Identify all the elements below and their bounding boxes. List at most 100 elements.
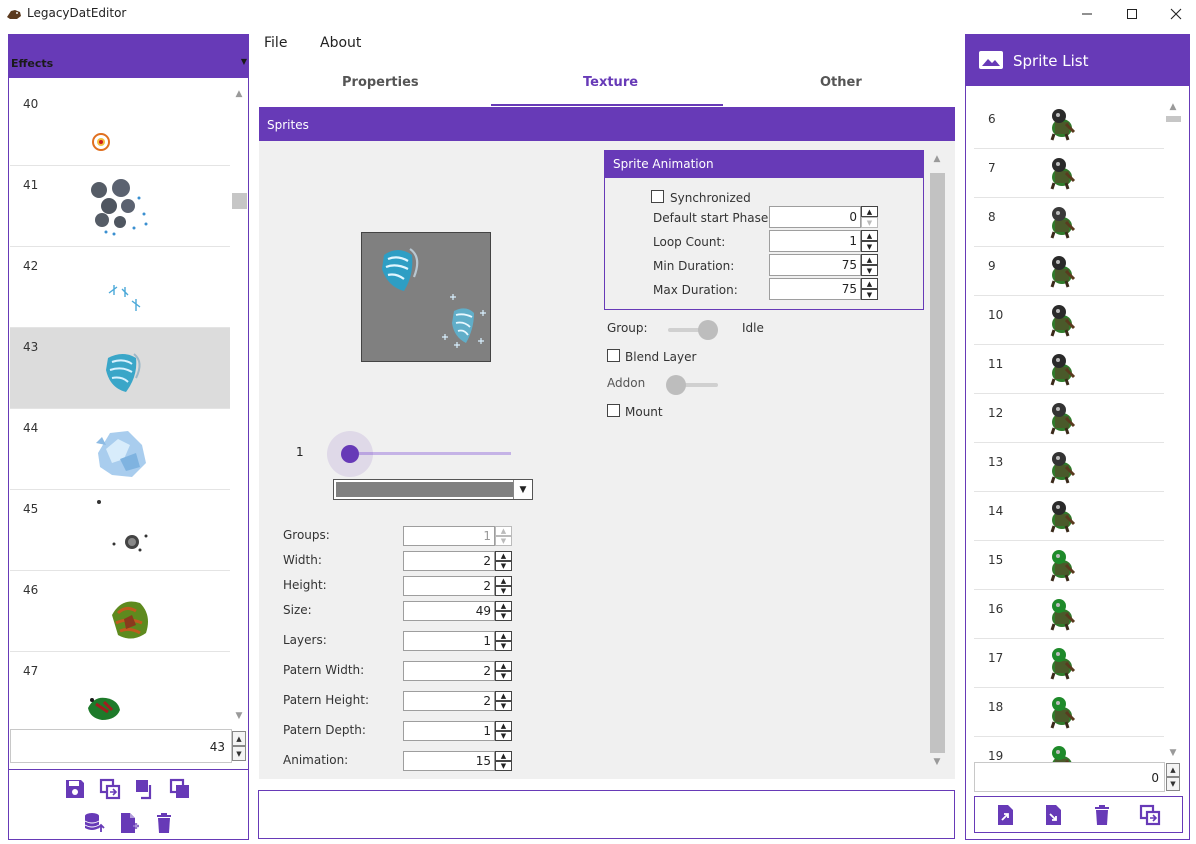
sprite-id-input[interactable]: 0	[974, 762, 1165, 792]
spin-down-icon[interactable]: ▼	[495, 701, 512, 711]
effect-id-spinner[interactable]: ▲ ▼	[232, 731, 246, 761]
spin-down-icon[interactable]: ▼	[495, 641, 512, 651]
sprite-list-item[interactable]: 10	[974, 296, 1164, 345]
spin-down-icon[interactable]: ▼	[861, 217, 878, 228]
loop-count-spinner[interactable]: ▲ ▼	[861, 230, 878, 252]
chevron-down-icon[interactable]: ▼	[513, 480, 532, 499]
blend-layer-checkbox[interactable]	[607, 349, 620, 362]
sprite-list-item[interactable]: 17	[974, 639, 1164, 688]
minimize-button[interactable]	[1064, 0, 1110, 28]
frame-slider-track[interactable]	[350, 452, 511, 455]
max-duration-spinner[interactable]: ▲ ▼	[861, 278, 878, 300]
database-import-icon[interactable]	[83, 812, 105, 834]
synchronized-checkbox[interactable]	[651, 190, 664, 203]
tab-properties[interactable]: Properties	[342, 75, 419, 90]
size-spinner[interactable]: ▲ ▼	[495, 601, 512, 621]
spin-down-icon[interactable]: ▼	[861, 241, 878, 252]
list-item[interactable]: 47	[10, 652, 230, 733]
spin-down-icon[interactable]: ▼	[861, 289, 878, 300]
spin-up-icon[interactable]: ▲	[1166, 763, 1180, 777]
new-file-icon[interactable]	[118, 812, 140, 834]
sprite-list-item[interactable]: 9	[974, 247, 1164, 296]
export-file-icon[interactable]	[1043, 804, 1065, 826]
spin-down-icon[interactable]: ▼	[495, 536, 512, 546]
sprite-list-item[interactable]: 11	[974, 345, 1164, 394]
effect-id-input[interactable]: 43	[10, 729, 232, 763]
replace-icon[interactable]	[1139, 804, 1161, 826]
width-spinner[interactable]: ▲ ▼	[495, 551, 512, 571]
spin-up-icon[interactable]: ▲	[495, 751, 512, 761]
list-item[interactable]: 42	[10, 247, 230, 328]
spin-down-icon[interactable]: ▼	[1166, 777, 1180, 791]
size-input[interactable]: 49	[403, 601, 495, 621]
pattern-height-input[interactable]: 2	[403, 691, 495, 711]
spin-up-icon[interactable]: ▲	[495, 551, 512, 561]
spin-down-icon[interactable]: ▼	[495, 761, 512, 771]
min-duration-spinner[interactable]: ▲ ▼	[861, 254, 878, 276]
sprite-list-item[interactable]: 13	[974, 443, 1164, 492]
delete-icon[interactable]	[153, 812, 175, 834]
addon-toggle-thumb[interactable]	[666, 375, 686, 395]
spin-up-icon[interactable]: ▲	[495, 721, 512, 731]
spin-up-icon[interactable]: ▲	[495, 661, 512, 671]
pattern-width-spinner[interactable]: ▲ ▼	[495, 661, 512, 681]
spin-up-icon[interactable]: ▲	[861, 206, 878, 217]
scrollbar-thumb[interactable]	[232, 193, 247, 209]
sprite-id-spinner[interactable]: ▲ ▼	[1166, 763, 1180, 791]
menu-file[interactable]: File	[264, 35, 287, 51]
spin-down-icon[interactable]: ▼	[495, 561, 512, 571]
pattern-depth-spinner[interactable]: ▲ ▼	[495, 721, 512, 741]
sprite-list-item[interactable]: 16	[974, 590, 1164, 639]
frame-slider-thumb[interactable]	[341, 445, 359, 463]
width-input[interactable]: 2	[403, 551, 495, 571]
sprite-list[interactable]: 6 7 8 9 10 11 12 13 14 15 16 17 18 19	[974, 100, 1164, 762]
height-spinner[interactable]: ▲ ▼	[495, 576, 512, 596]
sprite-list-scrollbar[interactable]: ▲ ▼	[1165, 98, 1181, 762]
scroll-up-icon[interactable]: ▲	[232, 87, 246, 101]
pattern-height-spinner[interactable]: ▲ ▼	[495, 691, 512, 711]
close-button[interactable]	[1153, 0, 1196, 28]
animation-spinner[interactable]: ▲ ▼	[495, 751, 512, 771]
scrollbar-thumb[interactable]	[930, 173, 945, 753]
category-selector[interactable]: Effects ▼	[9, 35, 248, 78]
list-item[interactable]: 45	[10, 490, 230, 571]
scroll-down-icon[interactable]: ▼	[1166, 746, 1180, 760]
spin-up-icon[interactable]: ▲	[495, 601, 512, 611]
list-item[interactable]: 40	[10, 85, 230, 166]
layers-input[interactable]: 1	[403, 631, 495, 651]
scroll-down-icon[interactable]: ▼	[930, 755, 944, 769]
tab-other[interactable]: Other	[820, 75, 862, 90]
scroll-down-icon[interactable]: ▼	[232, 709, 246, 723]
spin-up-icon[interactable]: ▲	[495, 576, 512, 586]
send-to-back-icon[interactable]	[169, 778, 191, 800]
maximize-button[interactable]	[1109, 0, 1155, 28]
spin-down-icon[interactable]: ▼	[861, 265, 878, 276]
mount-checkbox[interactable]	[607, 404, 620, 417]
sprite-list-item[interactable]: 15	[974, 541, 1164, 590]
spin-up-icon[interactable]: ▲	[861, 254, 878, 265]
pattern-width-input[interactable]: 2	[403, 661, 495, 681]
bring-to-front-icon[interactable]	[134, 778, 156, 800]
sprite-list-item[interactable]: 14	[974, 492, 1164, 541]
list-item[interactable]: 44	[10, 409, 230, 490]
spin-down-icon[interactable]: ▼	[495, 611, 512, 621]
min-duration-input[interactable]: 75	[769, 254, 861, 276]
import-file-icon[interactable]	[995, 804, 1017, 826]
scroll-up-icon[interactable]: ▲	[930, 152, 944, 166]
spin-up-icon[interactable]: ▲	[495, 691, 512, 701]
groups-spinner[interactable]: ▲ ▼	[495, 526, 512, 546]
effect-list[interactable]: 40 41 42 43 44 45 46 47	[10, 85, 230, 761]
spin-down-icon[interactable]: ▼	[495, 671, 512, 681]
spin-up-icon[interactable]: ▲	[232, 731, 246, 746]
loop-count-input[interactable]: 1	[769, 230, 861, 252]
sprite-list-item[interactable]: 7	[974, 149, 1164, 198]
spin-up-icon[interactable]: ▲	[861, 230, 878, 241]
spin-up-icon[interactable]: ▲	[495, 526, 512, 536]
tab-texture[interactable]: Texture	[583, 75, 638, 90]
list-item[interactable]: 46	[10, 571, 230, 652]
replace-icon[interactable]	[99, 778, 121, 800]
spin-down-icon[interactable]: ▼	[232, 746, 246, 761]
start-phase-input[interactable]: 0	[769, 206, 861, 228]
group-toggle-thumb[interactable]	[698, 320, 718, 340]
list-item[interactable]: 41	[10, 166, 230, 247]
